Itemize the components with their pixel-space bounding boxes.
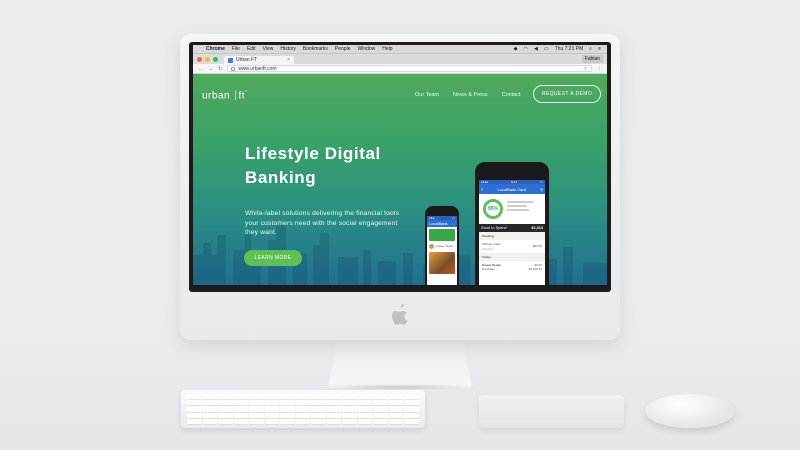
menubar-status-area: ◆ ◠ ◀ ▭ Thu 7:21 PM ⌕ ≡ — [514, 46, 601, 52]
monitor-screen: Chrome File Edit View History Bookmarks … — [193, 45, 607, 285]
search-icon[interactable]: ⌕ — [589, 46, 592, 52]
phone-front-appbar: ≡ LocalBank Card ⚲ — [479, 184, 545, 194]
feed-author-name: Casey Taylor — [436, 244, 454, 249]
today-header: Today — [479, 252, 545, 262]
page-info-icon[interactable] — [231, 66, 236, 71]
pending-header: Pending — [479, 232, 545, 241]
url-text: www.urbanft.com — [238, 65, 277, 72]
browser-menu-icon[interactable]: ⋮ — [597, 66, 602, 72]
menu-edit[interactable]: Edit — [247, 46, 256, 52]
menu-view[interactable]: View — [263, 46, 274, 52]
logo-divider: | — [234, 90, 238, 102]
menu-bookmarks[interactable]: Bookmarks — [303, 46, 328, 52]
spend-score-ring: 95% — [483, 199, 503, 219]
phone-back-appbar: LocalBank — [427, 220, 457, 227]
forward-icon[interactable]: → — [208, 66, 213, 72]
pending-row[interactable]: Whitney Card Pending -$93.00 — [479, 240, 545, 253]
browser-tabstrip: Urban FT × Fabian — [193, 54, 607, 64]
phone-front-mockup: ●●●● 9:41 ▭ ≡ LocalBank Card ⚲ 95% Good to… — [475, 162, 549, 285]
learn-more-button[interactable]: LEARN MORE — [244, 250, 302, 266]
logo-mark: ° — [245, 90, 248, 96]
card-image — [429, 229, 455, 241]
close-window-icon[interactable] — [197, 56, 202, 62]
apple-logo-icon — [392, 304, 408, 325]
feed-author: Casey Taylor — [427, 243, 457, 250]
headline-line-2: Banking — [245, 168, 317, 187]
menu-chrome[interactable]: Chrome — [206, 46, 225, 52]
nav-news-press[interactable]: News & Press — [453, 92, 488, 98]
today-balance: $2,428.32 — [528, 267, 542, 272]
feed-photo — [429, 252, 455, 274]
menu-history[interactable]: History — [280, 46, 296, 52]
menu-people[interactable]: People — [335, 46, 351, 52]
keyboard-keys — [187, 394, 419, 424]
window-controls — [197, 54, 218, 64]
site-nav: Our Team News & Press Contact — [415, 92, 521, 98]
browser-toolbar: ← → ↻ www.urbanft.com ☆ ⋮ — [193, 64, 607, 74]
phone-front-title: LocalBank Card — [497, 186, 526, 192]
zoom-window-icon[interactable] — [213, 56, 218, 62]
logo-text: urban — [202, 90, 231, 102]
request-demo-button[interactable]: REQUEST A DEMO — [533, 85, 601, 103]
website-hero: urban |ft° Our Team News & Press Contact… — [193, 74, 607, 285]
today-sub: Purchase — [482, 267, 495, 272]
nav-contact[interactable]: Contact — [502, 92, 521, 98]
volume-icon[interactable]: ◀ — [534, 46, 538, 52]
menu-window[interactable]: Window — [358, 46, 376, 52]
trackpad — [479, 395, 624, 428]
filter-icon[interactable]: ⚲ — [540, 187, 543, 192]
bookmark-star-icon[interactable]: ☆ — [584, 66, 588, 72]
profile-button[interactable]: Fabian — [581, 55, 603, 63]
pending-status: Pending — [482, 246, 494, 251]
notification-icon[interactable]: ≡ — [598, 46, 601, 52]
score-section: 95% — [479, 194, 545, 224]
good-to-spend-row: Good to Spend $2,313 — [479, 224, 545, 232]
menu-help[interactable]: Help — [382, 46, 392, 52]
imac-stand — [328, 340, 472, 388]
avatar — [429, 244, 434, 249]
mouse — [645, 394, 735, 428]
pending-amount: -$93.00 — [531, 244, 542, 249]
address-bar[interactable]: www.urbanft.com ☆ — [227, 65, 592, 72]
dropbox-icon[interactable]: ◆ — [514, 46, 518, 52]
close-tab-icon[interactable]: × — [287, 57, 290, 63]
phone-front-screen: ●●●● 9:41 ▭ ≡ LocalBank Card ⚲ 95% Good to… — [479, 180, 545, 285]
good-to-spend-value: $2,313 — [531, 226, 543, 230]
back-icon[interactable]: ← — [198, 66, 203, 72]
menu-file[interactable]: File — [232, 46, 240, 52]
nav-our-team[interactable]: Our Team — [415, 92, 439, 98]
phone-back-mockup: ●●● ▭ LocalBank Casey Taylor — [425, 206, 459, 285]
hero-subtext: White-label solutions delivering the fin… — [245, 210, 400, 236]
menubar-clock[interactable]: Thu 7:21 PM — [555, 46, 584, 52]
site-logo[interactable]: urban |ft° — [202, 90, 248, 101]
score-details — [507, 199, 533, 219]
phone-back-title: LocalBank — [429, 221, 448, 226]
favicon-icon — [228, 57, 233, 63]
good-to-spend-label: Good to Spend — [481, 226, 507, 230]
hero-headline: Lifestyle Digital Banking — [245, 142, 435, 190]
menu-icon[interactable]: ≡ — [481, 187, 483, 192]
macos-menubar: Chrome File Edit View History Bookmarks … — [193, 45, 607, 54]
minimize-window-icon[interactable] — [205, 56, 210, 62]
keyboard — [181, 390, 425, 428]
today-row[interactable]: Duane Reade Purchase -$9.00 $2,428.32 — [479, 261, 545, 274]
battery-icon[interactable]: ▭ — [544, 46, 549, 52]
browser-tab[interactable]: Urban FT × — [224, 56, 294, 64]
headline-line-1: Lifestyle Digital — [245, 144, 381, 163]
phone-back-screen: ●●● ▭ LocalBank Casey Taylor — [427, 216, 457, 285]
wifi-icon[interactable]: ◠ — [524, 46, 528, 52]
reload-icon[interactable]: ↻ — [218, 66, 222, 72]
tab-title: Urban FT — [236, 57, 258, 63]
